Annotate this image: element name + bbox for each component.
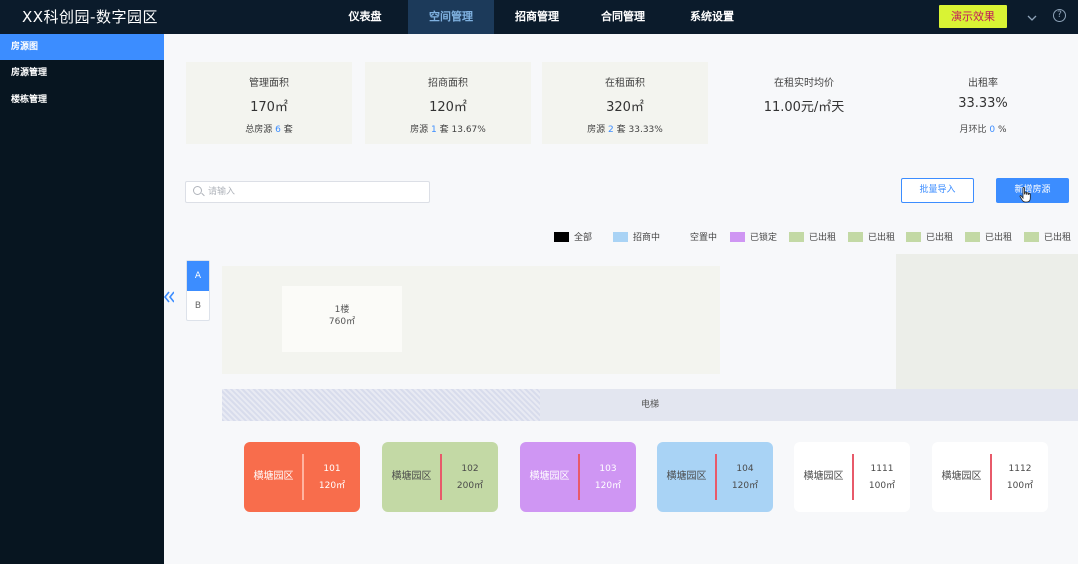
room-divider	[715, 454, 717, 500]
room-number: 104	[736, 464, 754, 474]
room-card-103[interactable]: 横塘园区 103 120㎡	[520, 442, 636, 512]
room-divider	[852, 454, 854, 500]
floor-card[interactable]: 1楼 760㎡	[282, 286, 402, 352]
main-content: 管理面积 170㎡ 总房源 6 套 招商面积 120㎡ 房源 1 套 13.67…	[174, 34, 1078, 564]
stat-label: 在租实时均价	[774, 78, 834, 89]
nav-contract-management[interactable]: 合同管理	[580, 0, 666, 34]
room-park: 横塘园区	[391, 471, 432, 482]
legend-item-leased[interactable]: 已出租	[906, 231, 953, 245]
building-tab-a[interactable]: A	[187, 261, 209, 291]
stat-investment-area: 招商面积 120㎡ 房源 1 套 13.67%	[365, 62, 531, 144]
sidebar-item-room-management[interactable]: 房源管理	[0, 60, 164, 86]
room-number: 1112	[1008, 464, 1032, 474]
search-icon	[193, 186, 202, 195]
legend-item-leased[interactable]: 已出租	[848, 231, 895, 245]
room-area: 100㎡	[868, 481, 896, 491]
room-card-101[interactable]: 横塘园区 101 120㎡	[244, 442, 360, 512]
add-room-button[interactable]: 新增房源	[996, 178, 1069, 203]
stat-label: 在租面积	[605, 78, 645, 89]
stat-value: 33.33%	[958, 96, 1008, 111]
legend-swatch	[906, 231, 921, 242]
stat-value: 170㎡	[250, 100, 288, 115]
room-area: 100㎡	[1006, 481, 1034, 491]
legend-swatch	[965, 231, 980, 242]
room-divider	[302, 454, 304, 500]
nav-dashboard[interactable]: 仪表盘	[322, 0, 408, 34]
legend-item-vacant[interactable]: 空置中	[690, 231, 717, 245]
search-box	[185, 181, 430, 203]
floor-area: 760㎡	[328, 317, 356, 327]
floor-plan: 1楼 760㎡	[222, 266, 720, 374]
legend-item-all[interactable]: 全部	[554, 231, 592, 245]
stat-value: 11.00元/㎡天	[763, 100, 845, 115]
stat-sub: 总房源 6 套	[245, 125, 293, 135]
room-number: 101	[323, 464, 341, 474]
stat-avg-rent: 在租实时均价 11.00元/㎡天	[721, 62, 887, 144]
legend-item-investing[interactable]: 招商中	[613, 231, 660, 245]
legend-item-leased[interactable]: 已出租	[789, 231, 836, 245]
top-nav-bar: XX科创园-数字园区 仪表盘 空间管理 招商管理 合同管理 系统设置 演示效果 …	[0, 0, 1078, 34]
room-divider	[578, 454, 580, 500]
legend-swatch	[730, 231, 745, 242]
stat-occupancy-rate: 出租率 33.33% 月环比 0 %	[900, 62, 1066, 144]
legend-item-locked[interactable]: 已锁定	[730, 231, 777, 245]
legend-swatch	[1024, 231, 1039, 242]
stat-label: 管理面积	[249, 78, 289, 89]
room-card-102[interactable]: 横塘园区 102 200㎡	[382, 442, 498, 512]
stat-label: 招商面积	[428, 78, 468, 89]
sidebar-item-room-map[interactable]: 房源图	[0, 34, 164, 60]
sidebar: 房源图 房源管理 楼栋管理	[0, 34, 164, 564]
legend-swatch	[613, 231, 628, 242]
stat-sub: 月环比 0 %	[959, 125, 1007, 135]
elevator-block: 电梯	[222, 389, 1078, 421]
nav-space-management[interactable]: 空间管理	[408, 0, 494, 34]
room-park: 横塘园区	[941, 471, 982, 482]
help-icon[interactable]: ?	[1053, 9, 1066, 22]
room-park: 横塘园区	[253, 471, 294, 482]
sidebar-item-building-management[interactable]: 楼栋管理	[0, 87, 164, 113]
room-park: 横塘园区	[803, 471, 844, 482]
room-card-1111[interactable]: 横塘园区 1111 100㎡	[794, 442, 910, 512]
room-park: 横塘园区	[666, 471, 707, 482]
room-card-1112[interactable]: 横塘园区 1112 100㎡	[932, 442, 1048, 512]
room-park: 横塘园区	[529, 471, 570, 482]
legend-item-leased[interactable]: 已出租	[1024, 231, 1071, 245]
hand-cursor-icon	[1019, 187, 1031, 203]
building-tabs: A B	[186, 260, 210, 321]
batch-import-button[interactable]: 批量导入	[901, 178, 974, 203]
stat-value: 120㎡	[429, 100, 467, 115]
floor-plan-side-area	[896, 254, 1078, 402]
elevator-label: 电梯	[640, 400, 659, 410]
stat-label: 出租率	[968, 78, 998, 89]
nav-investment-management[interactable]: 招商管理	[494, 0, 580, 34]
room-number: 1111	[870, 464, 894, 474]
legend-swatch	[848, 231, 863, 242]
room-area: 120㎡	[594, 481, 622, 491]
stat-managed-area: 管理面积 170㎡ 总房源 6 套	[186, 62, 352, 144]
stat-sub: 房源 1 套 13.67%	[410, 125, 486, 135]
legend-item-leased[interactable]: 已出租	[965, 231, 1012, 245]
room-area: 120㎡	[318, 481, 346, 491]
room-number: 103	[599, 464, 617, 474]
demo-effect-button[interactable]: 演示效果	[939, 5, 1007, 28]
legend-swatch	[554, 231, 569, 242]
legend-swatch	[789, 231, 804, 242]
stat-value: 320㎡	[606, 100, 644, 115]
room-area: 200㎡	[456, 481, 484, 491]
room-area: 120㎡	[731, 481, 759, 491]
room-divider	[440, 454, 442, 500]
building-tab-b[interactable]: B	[187, 291, 209, 321]
stat-sub: 房源 2 套 33.33%	[587, 125, 663, 135]
app-title: XX科创园-数字园区	[22, 8, 158, 26]
room-card-104[interactable]: 横塘园区 104 120㎡	[657, 442, 773, 512]
search-input[interactable]	[208, 182, 423, 202]
stat-leased-area: 在租面积 320㎡ 房源 2 套 33.33%	[542, 62, 708, 144]
room-number: 102	[461, 464, 479, 474]
chevron-down-icon[interactable]	[1027, 10, 1037, 26]
room-divider	[990, 454, 992, 500]
nav-system-settings[interactable]: 系统设置	[669, 0, 755, 34]
